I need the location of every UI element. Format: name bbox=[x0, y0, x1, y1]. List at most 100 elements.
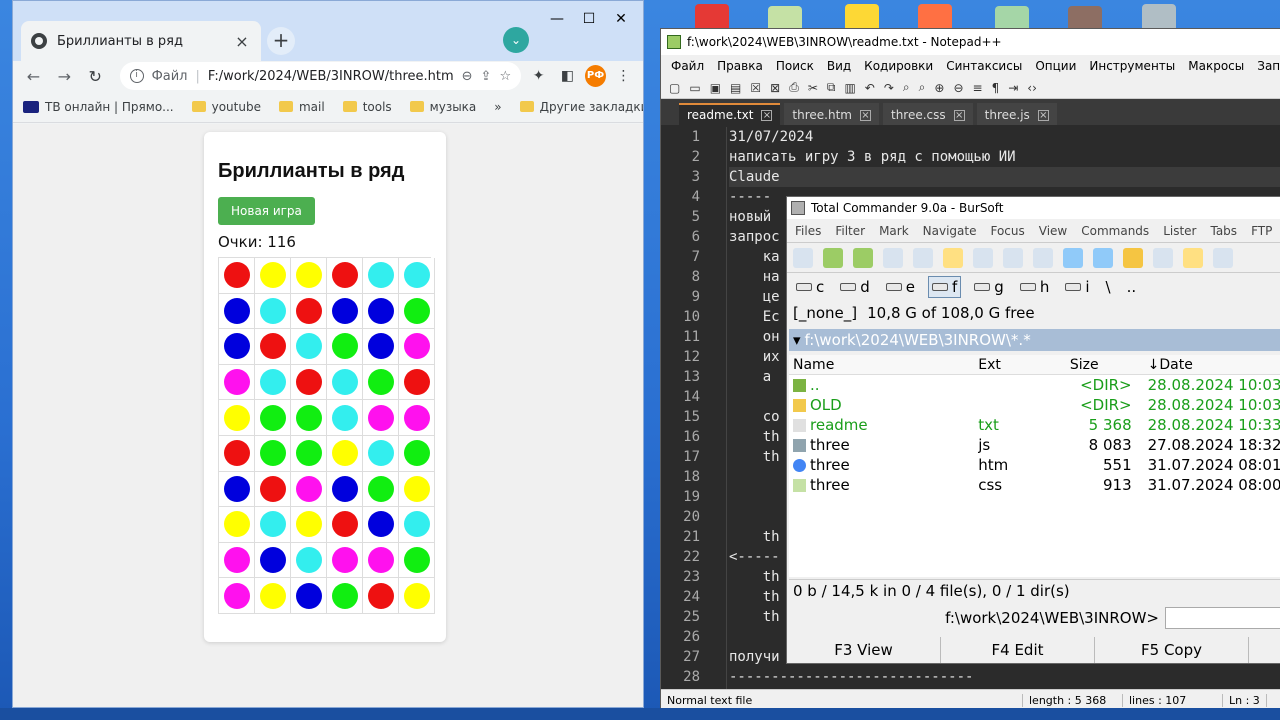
code-line[interactable]: написать игру 3 в ряд с помощью ИИ bbox=[729, 147, 1280, 167]
file-row[interactable]: readme txt 5 368 28.08.2024 10:33 bbox=[789, 415, 1280, 435]
share-icon[interactable]: ⇪ bbox=[481, 69, 492, 84]
gem[interactable] bbox=[259, 369, 286, 396]
gem[interactable] bbox=[331, 582, 358, 609]
redo-icon[interactable]: ↷ bbox=[884, 81, 894, 95]
board-cell[interactable] bbox=[399, 542, 435, 579]
gem[interactable] bbox=[331, 404, 358, 431]
ftp-icon[interactable] bbox=[1063, 247, 1083, 268]
copy-icon[interactable]: ⧉ bbox=[827, 80, 836, 95]
file-row[interactable]: three css 913 31.07.2024 08:00 bbox=[789, 475, 1280, 495]
board-cell[interactable] bbox=[255, 364, 291, 401]
menu-item[interactable]: Filter bbox=[835, 224, 865, 238]
save-all-icon[interactable]: ▤ bbox=[730, 81, 741, 95]
gem[interactable] bbox=[331, 333, 358, 360]
gem[interactable] bbox=[295, 369, 322, 396]
function-key-button[interactable]: F3 View bbox=[787, 637, 941, 663]
editor-tab[interactable]: three.css × bbox=[882, 103, 973, 125]
file-row[interactable]: .. <DIR> 28.08.2024 10:03 bbox=[789, 375, 1280, 395]
drive-button[interactable]: i bbox=[1062, 277, 1092, 297]
maximize-button[interactable]: ☐ bbox=[573, 9, 605, 29]
zoom-out-icon[interactable]: ⊖ bbox=[953, 81, 963, 95]
board-cell[interactable] bbox=[363, 542, 399, 579]
menu-item[interactable]: Опции bbox=[1035, 59, 1076, 73]
bookmark-folder[interactable]: youtube bbox=[191, 100, 261, 114]
board-cell[interactable] bbox=[399, 329, 435, 365]
board-cell[interactable] bbox=[399, 435, 435, 472]
new-tab-button[interactable]: + bbox=[267, 27, 295, 55]
gem[interactable] bbox=[331, 262, 358, 289]
gem[interactable] bbox=[259, 333, 286, 360]
drive-button[interactable]: g bbox=[971, 277, 1007, 297]
drive-button[interactable]: h bbox=[1017, 277, 1053, 297]
gem[interactable] bbox=[367, 582, 394, 609]
forward-arrow-icon[interactable] bbox=[853, 247, 873, 268]
menu-item[interactable]: Navigate bbox=[923, 224, 977, 238]
board-cell[interactable] bbox=[291, 542, 327, 579]
reload-button[interactable]: ↻ bbox=[83, 67, 108, 86]
board-cell[interactable] bbox=[219, 364, 255, 401]
extensions-icon[interactable]: ✦ bbox=[527, 68, 550, 84]
menu-item[interactable]: Запуск bbox=[1257, 59, 1280, 73]
undo-icon[interactable]: ↶ bbox=[865, 81, 875, 95]
gem[interactable] bbox=[259, 262, 286, 289]
gem[interactable] bbox=[295, 582, 322, 609]
menu-item[interactable]: View bbox=[1039, 224, 1067, 238]
editor-tab[interactable]: three.htm × bbox=[784, 103, 879, 125]
board-cell[interactable] bbox=[327, 258, 363, 294]
close-icon[interactable]: ☒ bbox=[750, 81, 761, 95]
gem[interactable] bbox=[295, 333, 322, 360]
board-cell[interactable] bbox=[327, 400, 363, 436]
bookmark-folder[interactable]: tools bbox=[342, 100, 392, 114]
close-tab-icon[interactable]: × bbox=[1037, 109, 1049, 121]
gem[interactable] bbox=[295, 440, 322, 467]
paste-icon[interactable]: ▥ bbox=[844, 81, 855, 95]
board-cell[interactable] bbox=[255, 507, 291, 543]
close-window-button[interactable]: ✕ bbox=[605, 9, 637, 29]
gem[interactable] bbox=[223, 262, 250, 289]
close-tab-icon[interactable]: × bbox=[859, 109, 871, 121]
save-icon[interactable]: ▣ bbox=[710, 81, 721, 95]
gem[interactable] bbox=[259, 475, 286, 502]
column-ext[interactable]: Ext bbox=[976, 357, 1070, 373]
board-cell[interactable] bbox=[219, 329, 255, 365]
replace-icon[interactable]: ⌕ bbox=[919, 80, 926, 95]
gem[interactable] bbox=[259, 404, 286, 431]
bookmark-folder[interactable]: музыка bbox=[409, 100, 476, 114]
clipboard-icon[interactable] bbox=[1033, 247, 1053, 268]
gem[interactable] bbox=[367, 440, 394, 467]
pack-icon[interactable] bbox=[883, 247, 903, 268]
notepad-icon[interactable] bbox=[1213, 247, 1233, 268]
board-cell[interactable] bbox=[219, 542, 255, 579]
tab-search-button[interactable]: ⌄ bbox=[503, 27, 529, 53]
board-cell[interactable] bbox=[327, 293, 363, 330]
unpack-icon[interactable] bbox=[913, 247, 933, 268]
board-cell[interactable] bbox=[327, 542, 363, 579]
menu-item[interactable]: Commands bbox=[1081, 224, 1149, 238]
board-cell[interactable] bbox=[255, 578, 291, 614]
code-line[interactable]: ----------------------------- bbox=[729, 667, 1280, 687]
url-text[interactable]: F:/work/2024/WEB/3INROW/three.htm bbox=[208, 69, 454, 84]
gem[interactable] bbox=[367, 475, 394, 502]
menu-item[interactable]: Вид bbox=[827, 59, 851, 73]
column-name[interactable]: Name bbox=[789, 357, 976, 373]
board-cell[interactable] bbox=[363, 471, 399, 508]
board-cell[interactable] bbox=[399, 364, 435, 401]
gem[interactable] bbox=[331, 475, 358, 502]
indent-guide-icon[interactable]: ⇥ bbox=[1008, 81, 1018, 95]
minimize-button[interactable]: — bbox=[541, 9, 573, 29]
board-cell[interactable] bbox=[219, 400, 255, 436]
gem[interactable] bbox=[295, 547, 322, 574]
board-cell[interactable] bbox=[291, 507, 327, 543]
gem[interactable] bbox=[403, 369, 430, 396]
print-icon[interactable]: ⎙ bbox=[789, 80, 799, 95]
board-cell[interactable] bbox=[363, 507, 399, 543]
gem[interactable] bbox=[259, 511, 286, 538]
gem[interactable] bbox=[259, 440, 286, 467]
menu-item[interactable]: Поиск bbox=[776, 59, 814, 73]
browser-tab[interactable]: Бриллианты в ряд × bbox=[21, 21, 261, 61]
gem[interactable] bbox=[367, 369, 394, 396]
forward-button[interactable]: → bbox=[52, 67, 77, 86]
function-key-button[interactable]: F5 Copy bbox=[1095, 637, 1249, 663]
editor-tab[interactable]: readme.txt × bbox=[679, 103, 781, 125]
menu-item[interactable]: Tabs bbox=[1210, 224, 1237, 238]
